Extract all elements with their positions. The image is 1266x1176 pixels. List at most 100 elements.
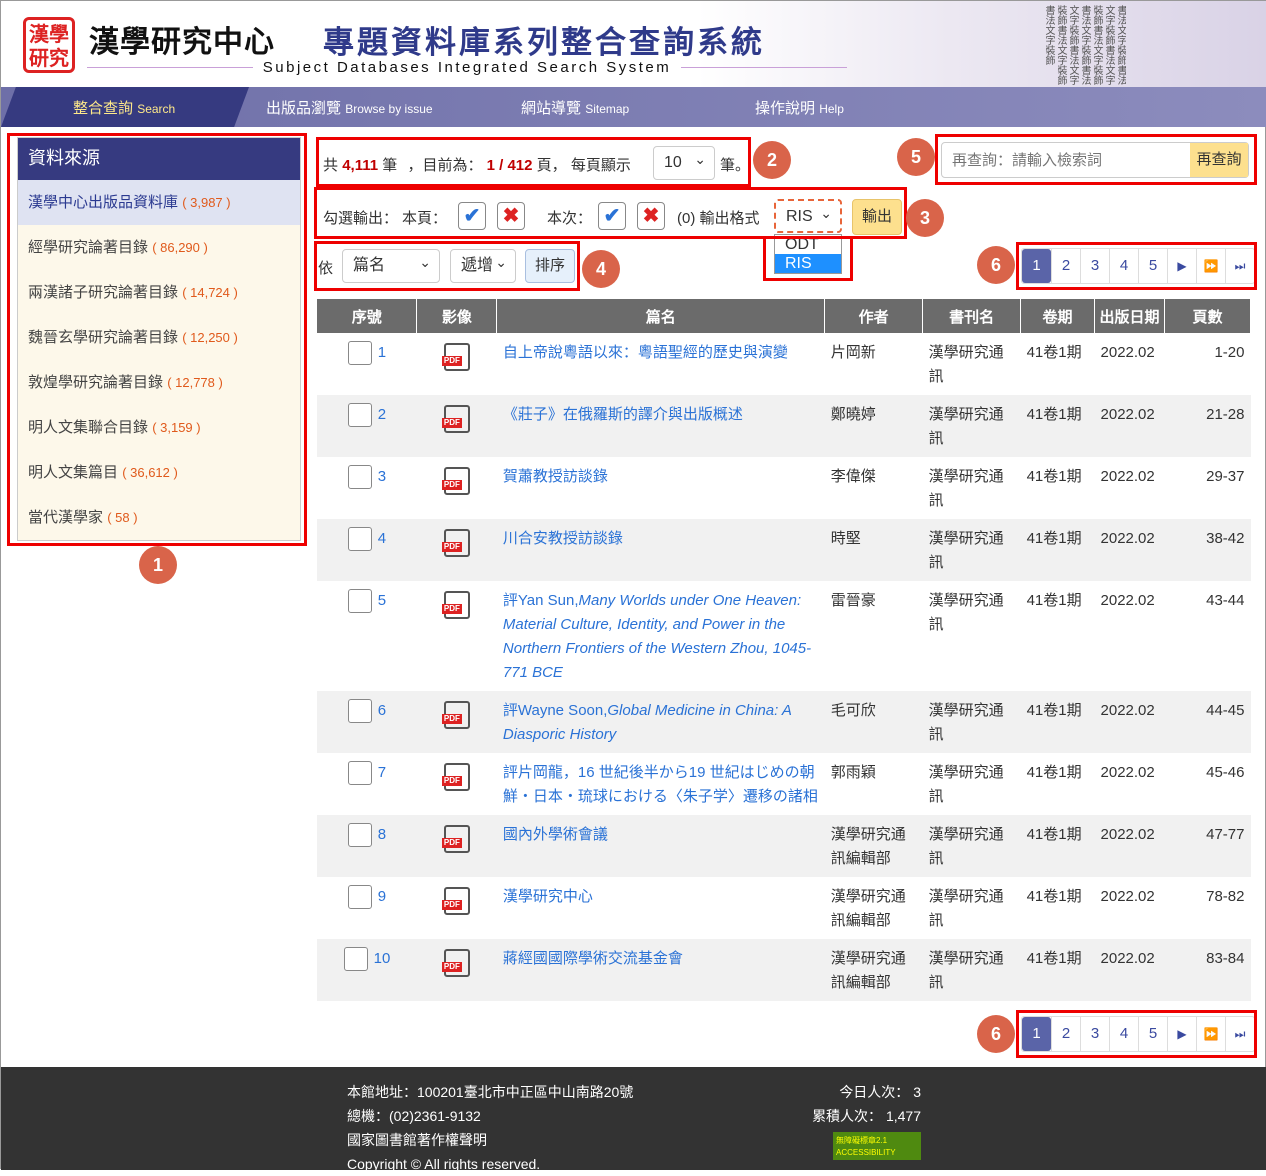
annotation-marker: 5: [897, 138, 935, 176]
annotation-box-3-dropdown: [763, 237, 853, 281]
column-header: 頁數: [1164, 299, 1251, 333]
pdf-icon[interactable]: PDF: [441, 467, 470, 495]
pub-date: 2022.02: [1100, 344, 1155, 361]
table-row: 6 PDF 評Wayne Soon,Global Medicine in Chi…: [317, 691, 1251, 753]
page-range: 47-77: [1164, 815, 1251, 877]
pdf-icon[interactable]: PDF: [441, 949, 470, 977]
system-title: 專題資料庫系列整合查詢系統: [323, 25, 765, 61]
row-checkbox[interactable]: [343, 947, 368, 972]
article-title-link[interactable]: 蔣經國國際學術交流基金會: [503, 950, 683, 967]
pdf-icon[interactable]: PDF: [441, 701, 470, 729]
logo-seal: 漢學 研究: [23, 17, 75, 73]
copyright-notice-link[interactable]: 國家圖書館著作權聲明: [347, 1128, 633, 1152]
accessibility-badge[interactable]: 無障礙標章2.1 ACCESSIBILITY: [833, 1132, 921, 1160]
article-title-link[interactable]: 國內外學術會議: [503, 826, 608, 843]
pdf-icon[interactable]: PDF: [441, 591, 470, 619]
row-number: 1: [377, 344, 387, 361]
total-visits: 累積人次： 1,477: [812, 1108, 921, 1124]
site-header: 漢學 研究 漢學研究中心 專題資料庫系列整合查詢系統 Subject Databa…: [1, 1, 1266, 87]
journal: 漢學研究通訊: [928, 344, 1004, 385]
volume: 41卷1期: [1020, 395, 1095, 457]
journal: 漢學研究通訊: [922, 519, 1021, 581]
pdf-icon[interactable]: PDF: [441, 763, 470, 791]
table-row: 1 PDF 自上帝說粵語以來：粵語聖經的歷史與演變 片岡新 漢學研究通訊 41卷…: [317, 333, 1251, 395]
pub-date: 2022.02: [1094, 395, 1165, 457]
article-title-link[interactable]: 評Wayne Soon,Global Medicine in China: A …: [503, 702, 791, 743]
results-table: 序號 影像 篇名 作者 書刊名 卷期 出版日期 頁數 1 PDF 自上帝說粵語以來：粵語聖經的…: [317, 299, 1251, 1001]
journal: 漢學研究通訊: [922, 395, 1021, 457]
page-range: 45-46: [1206, 764, 1245, 781]
row-checkbox[interactable]: [347, 885, 372, 910]
row-checkbox[interactable]: [347, 699, 372, 724]
row-number: 7: [377, 764, 387, 781]
author: 李偉傑: [830, 468, 876, 485]
annotation-marker: 3: [906, 199, 944, 237]
column-header: 卷期: [1020, 299, 1096, 333]
column-header: 序號: [317, 299, 418, 333]
journal: 漢學研究通訊: [922, 691, 1021, 753]
author: 漢學研究通訊編輯部: [824, 939, 923, 1001]
column-header: 篇名: [496, 299, 826, 333]
author: 時堅: [824, 519, 923, 581]
row-checkbox[interactable]: [347, 589, 372, 614]
annotation-marker: 1: [139, 546, 177, 584]
center-name: 漢學研究中心: [89, 25, 275, 60]
nav-help[interactable]: 操作說明 Help: [755, 97, 844, 118]
column-header: 出版日期: [1094, 299, 1165, 333]
article-title-link[interactable]: 評Yan Sun,Many Worlds under One Heaven: M…: [503, 592, 811, 681]
today-visits: 今日人次： 3: [839, 1084, 921, 1100]
nav-search[interactable]: 整合查詢 Search: [73, 97, 175, 118]
author: 毛可欣: [824, 691, 923, 753]
column-header: 影像: [416, 299, 498, 333]
volume: 41卷1期: [1026, 468, 1082, 485]
author: 郭雨穎: [830, 764, 876, 781]
table-row: 7 PDF 評片岡龍，16 世紀後半から19 世紀はじめの朝 鮮・日本・琉球にお…: [317, 753, 1251, 815]
address: 本館地址：100201臺北市中正區中山南路20號: [347, 1084, 634, 1100]
author: 鄭曉婷: [824, 395, 923, 457]
row-checkbox[interactable]: [347, 341, 372, 366]
site-footer: 本館地址：100201臺北市中正區中山南路20號 總機：(02)2361-913…: [1, 1067, 1266, 1172]
column-header: 作者: [824, 299, 924, 333]
pdf-icon[interactable]: PDF: [441, 529, 470, 557]
pdf-icon[interactable]: PDF: [441, 343, 470, 371]
table-row: 3 PDF 賀蕭教授訪談錄 李偉傑 漢學研究通訊 41卷1期 2022.02 2…: [317, 457, 1251, 519]
page-range: 43-44: [1206, 592, 1245, 609]
pdf-icon[interactable]: PDF: [441, 825, 470, 853]
row-checkbox[interactable]: [347, 465, 372, 490]
nav-browse[interactable]: 出版品瀏覽 Browse by issue: [266, 97, 433, 118]
row-checkbox[interactable]: [347, 527, 372, 552]
journal: 漢學研究通訊: [928, 468, 1004, 509]
pdf-icon[interactable]: PDF: [441, 887, 470, 915]
row-checkbox[interactable]: [347, 823, 372, 848]
author: 片岡新: [830, 344, 876, 361]
annotation-marker: 4: [582, 250, 620, 288]
pub-date: 2022.02: [1100, 468, 1155, 485]
article-title-link[interactable]: 《莊子》在俄羅斯的譯介與出版概述: [503, 406, 743, 423]
pub-date: 2022.02: [1094, 815, 1165, 877]
article-title-link[interactable]: 評片岡龍，16 世紀後半から19 世紀はじめの朝 鮮・日本・琉球における〈朱子学…: [503, 764, 818, 805]
row-checkbox[interactable]: [347, 761, 372, 786]
article-title-link[interactable]: 川合安教授訪談錄: [503, 530, 623, 547]
annotation-box-5: [935, 134, 1257, 185]
article-title-link[interactable]: 自上帝說粵語以來：粵語聖經的歷史與演變: [503, 344, 788, 361]
volume: 41卷1期: [1026, 344, 1082, 361]
volume: 41卷1期: [1026, 888, 1082, 905]
table-row: 2 PDF 《莊子》在俄羅斯的譯介與出版概述 鄭曉婷 漢學研究通訊 41卷1期 …: [317, 395, 1251, 457]
pdf-icon[interactable]: PDF: [441, 405, 470, 433]
page-range: 78-82: [1206, 888, 1245, 905]
volume: 41卷1期: [1026, 764, 1082, 781]
row-checkbox[interactable]: [347, 403, 372, 428]
row-number: 3: [377, 468, 387, 485]
article-title-link[interactable]: 漢學研究中心: [503, 888, 593, 905]
volume: 41卷1期: [1020, 939, 1095, 1001]
row-number: 4: [377, 530, 387, 547]
journal: 漢學研究通訊: [928, 888, 1004, 929]
author: 雷晉豪: [830, 592, 876, 609]
article-title-link[interactable]: 賀蕭教授訪談錄: [503, 468, 608, 485]
annotation-marker: 6: [977, 246, 1015, 284]
main-nav: 整合查詢 Search 出版品瀏覽 Browse by issue 網站導覽 S…: [1, 87, 1266, 127]
annotation-marker: 2: [753, 141, 791, 179]
row-number: 2: [377, 406, 387, 423]
nav-sitemap[interactable]: 網站導覽 Sitemap: [521, 97, 629, 118]
volume: 41卷1期: [1026, 592, 1082, 609]
